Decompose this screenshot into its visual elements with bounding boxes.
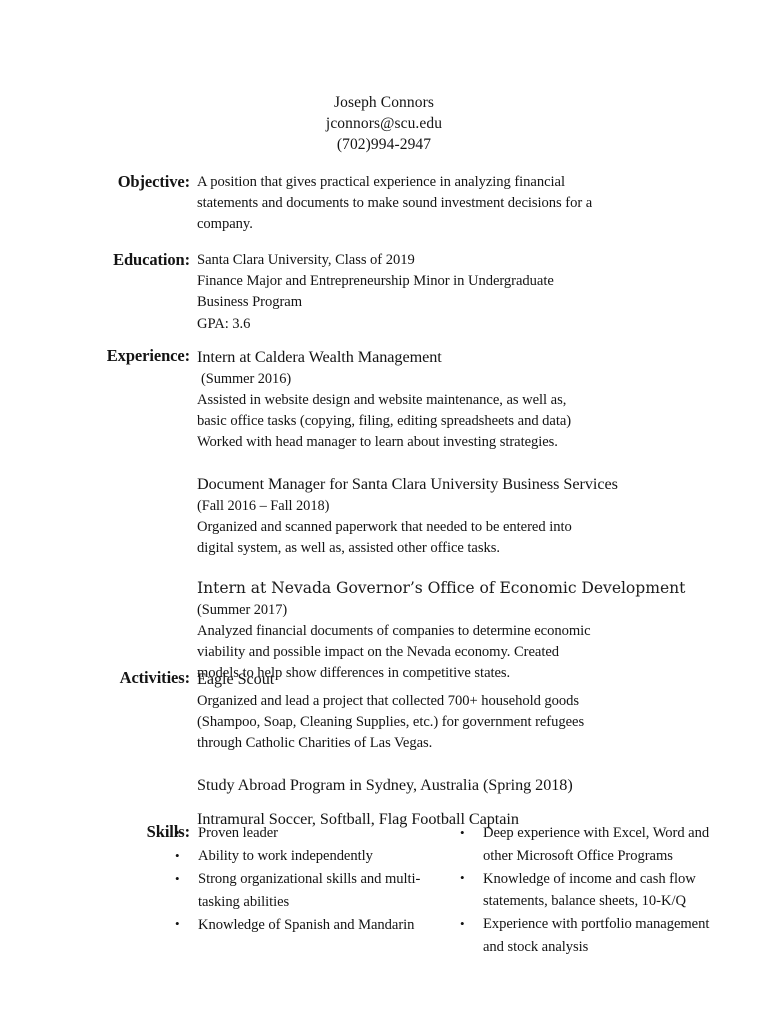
education-line: Santa Clara University, Class of 2019 <box>197 252 415 268</box>
objective-line: statements and documents to make sound i… <box>197 195 593 212</box>
objective-body: A position that gives practical experien… <box>197 172 717 236</box>
resume-header: Joseph Connors jconnors@scu.edu (702)994… <box>0 92 768 155</box>
candidate-name: Joseph Connors <box>333 94 434 111</box>
skill-item: Knowledge of income and cash flow statem… <box>452 867 724 913</box>
experience-detail: Organized and scanned paperwork that nee… <box>197 518 572 535</box>
activity-entry: Eagle Scout Organized and lead a project… <box>197 668 717 755</box>
resume-page: Joseph Connors jconnors@scu.edu (702)994… <box>0 0 768 1024</box>
activity-entry: Study Abroad Program in Sydney, Australi… <box>197 774 717 797</box>
experience-job-title: Intern at Caldera Wealth Management <box>197 348 442 366</box>
experience-job-title: Intern at Nevada Governor’s Office of Ec… <box>197 579 686 598</box>
skill-item: Strong organizational skills and multi-t… <box>167 868 447 913</box>
activity-title: Eagle Scout <box>197 670 275 688</box>
experience-entry: Document Manager for Santa Clara Univers… <box>197 473 717 559</box>
experience-detail: basic office tasks (copying, filing, edi… <box>197 412 572 429</box>
skill-item: Proven leader <box>167 822 447 845</box>
skills-column-right: Deep experience with Excel, Word and oth… <box>452 821 724 959</box>
experience-job-dates: (Fall 2016 – Fall 2018) <box>197 498 330 515</box>
section-label-activities: Activities: <box>119 668 190 687</box>
activity-detail: through Catholic Charities of Las Vegas. <box>197 735 433 752</box>
activity-title: Study Abroad Program in Sydney, Australi… <box>197 775 573 794</box>
education-line: GPA: 3.6 <box>197 315 251 332</box>
section-label-objective: Objective: <box>117 172 190 191</box>
activity-detail: Organized and lead a project that collec… <box>197 693 580 709</box>
education-line: Finance Major and Entrepreneurship Minor… <box>197 273 554 290</box>
activity-detail: (Shampoo, Soap, Cleaning Supplies, etc.)… <box>197 714 585 731</box>
experience-job-dates: (Summer 2016) <box>201 371 292 387</box>
experience-detail: Worked with head manager to learn about … <box>197 433 558 450</box>
section-label-experience: Experience: <box>106 346 190 365</box>
objective-line: A position that gives practical experien… <box>197 174 565 190</box>
education-line: Business Program <box>197 294 303 311</box>
skill-item: Experience with portfolio management and… <box>452 913 724 958</box>
skill-item: Deep experience with Excel, Word and oth… <box>452 821 724 867</box>
education-body: Santa Clara University, Class of 2019 Fi… <box>197 250 717 335</box>
experience-job-title: Document Manager for Santa Clara Univers… <box>197 475 618 494</box>
section-label-education: Education: <box>113 250 190 269</box>
candidate-phone: (702)994-2947 <box>336 136 432 153</box>
objective-line: company. <box>197 216 253 233</box>
experience-detail: Assisted in website design and website m… <box>197 391 567 408</box>
activities-body: Eagle Scout Organized and lead a project… <box>197 668 717 831</box>
experience-detail: viability and possible impact on the Nev… <box>197 643 560 660</box>
experience-body: Intern at Caldera Wealth Management (Sum… <box>197 346 717 684</box>
skills-column-left: Proven leader Ability to work independen… <box>167 822 447 937</box>
skills-list-right: Deep experience with Excel, Word and oth… <box>452 821 724 959</box>
candidate-email: jconnors@scu.edu <box>325 115 443 132</box>
experience-detail: digital system, as well as, assisted oth… <box>197 539 500 556</box>
skill-item: Knowledge of Spanish and Mandarin <box>167 913 447 937</box>
skills-list-left: Proven leader Ability to work independen… <box>167 822 447 936</box>
experience-entry: Intern at Caldera Wealth Management (Sum… <box>197 346 717 453</box>
experience-job-dates: (Summer 2017) <box>197 602 288 619</box>
experience-detail: Analyzed financial documents of companie… <box>197 622 591 639</box>
skill-item: Ability to work independently <box>167 845 447 868</box>
